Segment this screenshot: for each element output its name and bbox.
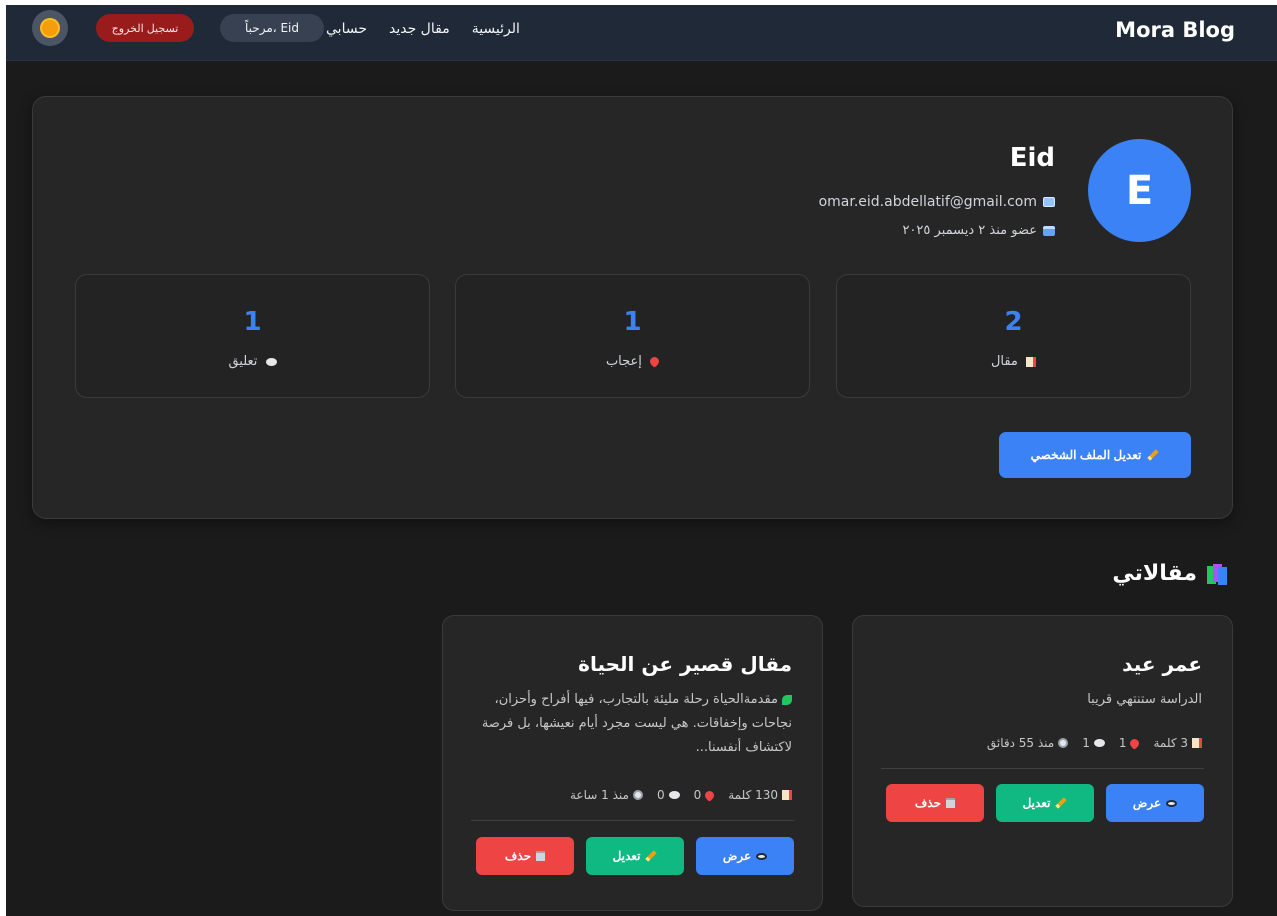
stat-comments-label: تعليق bbox=[228, 354, 258, 369]
welcome-badge: مرحباً، Eid bbox=[220, 14, 324, 42]
profile-email-row: omar.eid.abdellatif@gmail.com bbox=[819, 194, 1055, 210]
nav-link-home[interactable]: الرئيسية bbox=[472, 21, 520, 37]
article-title[interactable]: عمر عيد bbox=[1122, 652, 1202, 676]
edit-profile-button[interactable]: تعديل الملف الشخصي bbox=[999, 432, 1191, 478]
stat-likes-label: إعجاب bbox=[605, 354, 642, 369]
view-article-button[interactable]: عرض bbox=[696, 837, 794, 875]
article-excerpt-row: مقدمةالحياة رحلة مليئة بالتجارب، فيها أف… bbox=[471, 688, 792, 760]
avatar: E bbox=[1088, 139, 1191, 242]
eye-icon bbox=[1166, 799, 1178, 807]
meta-time-value: منذ 1 ساعة bbox=[570, 788, 629, 802]
article-actions: عرض تعديل حذف bbox=[886, 784, 1204, 822]
view-article-button[interactable]: عرض bbox=[1106, 784, 1204, 822]
heart-icon bbox=[1128, 736, 1142, 750]
pencil-icon bbox=[645, 850, 658, 862]
stat-likes: 1 إعجاب bbox=[455, 274, 810, 398]
stat-articles: 2 مقال bbox=[836, 274, 1191, 398]
stat-likes-label-row: إعجاب bbox=[456, 354, 809, 369]
clock-icon bbox=[1058, 738, 1069, 748]
article-excerpt: مقدمةالحياة رحلة مليئة بالتجارب، فيها أف… bbox=[481, 692, 792, 755]
meta-likes-value: 0 bbox=[693, 788, 702, 802]
comment-icon bbox=[1093, 739, 1105, 747]
article-excerpt: الدراسة ستنتهي قريبا bbox=[1087, 692, 1202, 707]
view-label: عرض bbox=[722, 849, 752, 863]
nav-link-my-account[interactable]: حسابي bbox=[326, 21, 367, 37]
meta-comments-value: 1 bbox=[1082, 736, 1090, 750]
stat-articles-value: 2 bbox=[1004, 307, 1023, 337]
stat-comments: 1 تعليق bbox=[75, 274, 430, 398]
edit-profile-label: تعديل الملف الشخصي bbox=[1030, 448, 1142, 462]
article-divider bbox=[881, 768, 1204, 769]
edit-label: تعديل bbox=[1022, 796, 1051, 810]
window-frame-left bbox=[0, 0, 6, 916]
calendar-icon bbox=[1043, 225, 1055, 236]
document-icon bbox=[1026, 356, 1037, 367]
logout-button[interactable]: تسجيل الخروج bbox=[96, 14, 194, 42]
nav-link-new-article[interactable]: مقال جديد bbox=[389, 21, 450, 37]
meta-likes: 1 bbox=[1118, 736, 1142, 750]
meta-time: منذ 55 دقائق bbox=[986, 736, 1069, 750]
article-meta: 130 كلمة 0 0 منذ 1 ساعة bbox=[570, 788, 792, 802]
clock-icon bbox=[632, 790, 643, 800]
article-card: عمر عيد الدراسة ستنتهي قريبا 3 كلمة 1 1 … bbox=[852, 615, 1233, 907]
article-divider bbox=[471, 820, 794, 821]
pencil-icon bbox=[1055, 797, 1068, 809]
seedling-icon bbox=[782, 694, 792, 705]
stat-comments-value: 1 bbox=[243, 307, 262, 337]
top-navbar: تسجيل الخروج مرحباً، Eid الرئيسية مقال ج… bbox=[6, 5, 1277, 61]
profile-joined: عضو منذ ٢ ديسمبر ٢٠٢٥ bbox=[902, 223, 1037, 238]
delete-article-button[interactable]: حذف bbox=[886, 784, 984, 822]
edit-article-button[interactable]: تعديل bbox=[996, 784, 1094, 822]
article-card: مقال قصير عن الحياة مقدمةالحياة رحلة ملي… bbox=[442, 615, 823, 911]
delete-label: حذف bbox=[914, 796, 942, 810]
email-icon bbox=[1043, 197, 1055, 207]
meta-comments-value: 0 bbox=[656, 788, 665, 802]
sun-icon bbox=[42, 20, 58, 36]
profile-joined-row: عضو منذ ٢ ديسمبر ٢٠٢٥ bbox=[902, 223, 1055, 238]
meta-words-value: 130 كلمة bbox=[728, 788, 778, 802]
meta-likes-value: 1 bbox=[1118, 736, 1127, 750]
profile-card: E Eid omar.eid.abdellatif@gmail.com عضو … bbox=[32, 96, 1233, 519]
view-label: عرض bbox=[1132, 796, 1162, 810]
comment-icon bbox=[265, 357, 277, 366]
document-icon bbox=[1192, 738, 1202, 748]
meta-time: منذ 1 ساعة bbox=[570, 788, 643, 802]
stat-comments-label-row: تعليق bbox=[76, 354, 429, 369]
theme-toggle-button[interactable] bbox=[32, 10, 68, 46]
edit-article-button[interactable]: تعديل bbox=[586, 837, 684, 875]
comment-icon bbox=[668, 791, 680, 799]
delete-label: حذف bbox=[504, 849, 532, 863]
profile-name: Eid bbox=[1009, 143, 1055, 173]
books-icon bbox=[1207, 563, 1227, 585]
stat-articles-label-row: مقال bbox=[837, 354, 1190, 369]
delete-article-button[interactable]: حذف bbox=[476, 837, 574, 875]
article-actions: عرض تعديل حذف bbox=[476, 837, 794, 875]
meta-words-value: 3 كلمة bbox=[1153, 736, 1188, 750]
profile-email: omar.eid.abdellatif@gmail.com bbox=[818, 194, 1037, 210]
nav-links: الرئيسية مقال جديد حسابي bbox=[326, 21, 520, 37]
meta-comments: 0 bbox=[657, 788, 680, 802]
meta-comments: 1 bbox=[1082, 736, 1105, 750]
stat-articles-label: مقال bbox=[990, 354, 1018, 369]
trash-icon bbox=[946, 798, 956, 808]
meta-time-value: منذ 55 دقائق bbox=[986, 736, 1055, 750]
my-articles-title: مقالاتي bbox=[1112, 561, 1197, 586]
trash-icon bbox=[536, 851, 546, 861]
heart-icon bbox=[703, 788, 717, 802]
eye-icon bbox=[756, 852, 768, 860]
document-icon bbox=[782, 790, 792, 800]
my-articles-heading: مقالاتي bbox=[1112, 561, 1227, 586]
pencil-icon bbox=[1147, 449, 1160, 461]
edit-label: تعديل bbox=[612, 849, 641, 863]
meta-likes: 0 bbox=[693, 788, 717, 802]
meta-words: 3 كلمة bbox=[1153, 736, 1202, 750]
article-title[interactable]: مقال قصير عن الحياة bbox=[578, 652, 792, 676]
stat-likes-value: 1 bbox=[623, 307, 642, 337]
meta-words: 130 كلمة bbox=[728, 788, 792, 802]
brand-logo[interactable]: Mora Blog bbox=[1115, 18, 1235, 42]
heart-icon bbox=[648, 355, 661, 368]
article-meta: 3 كلمة 1 1 منذ 55 دقائق bbox=[987, 736, 1202, 750]
